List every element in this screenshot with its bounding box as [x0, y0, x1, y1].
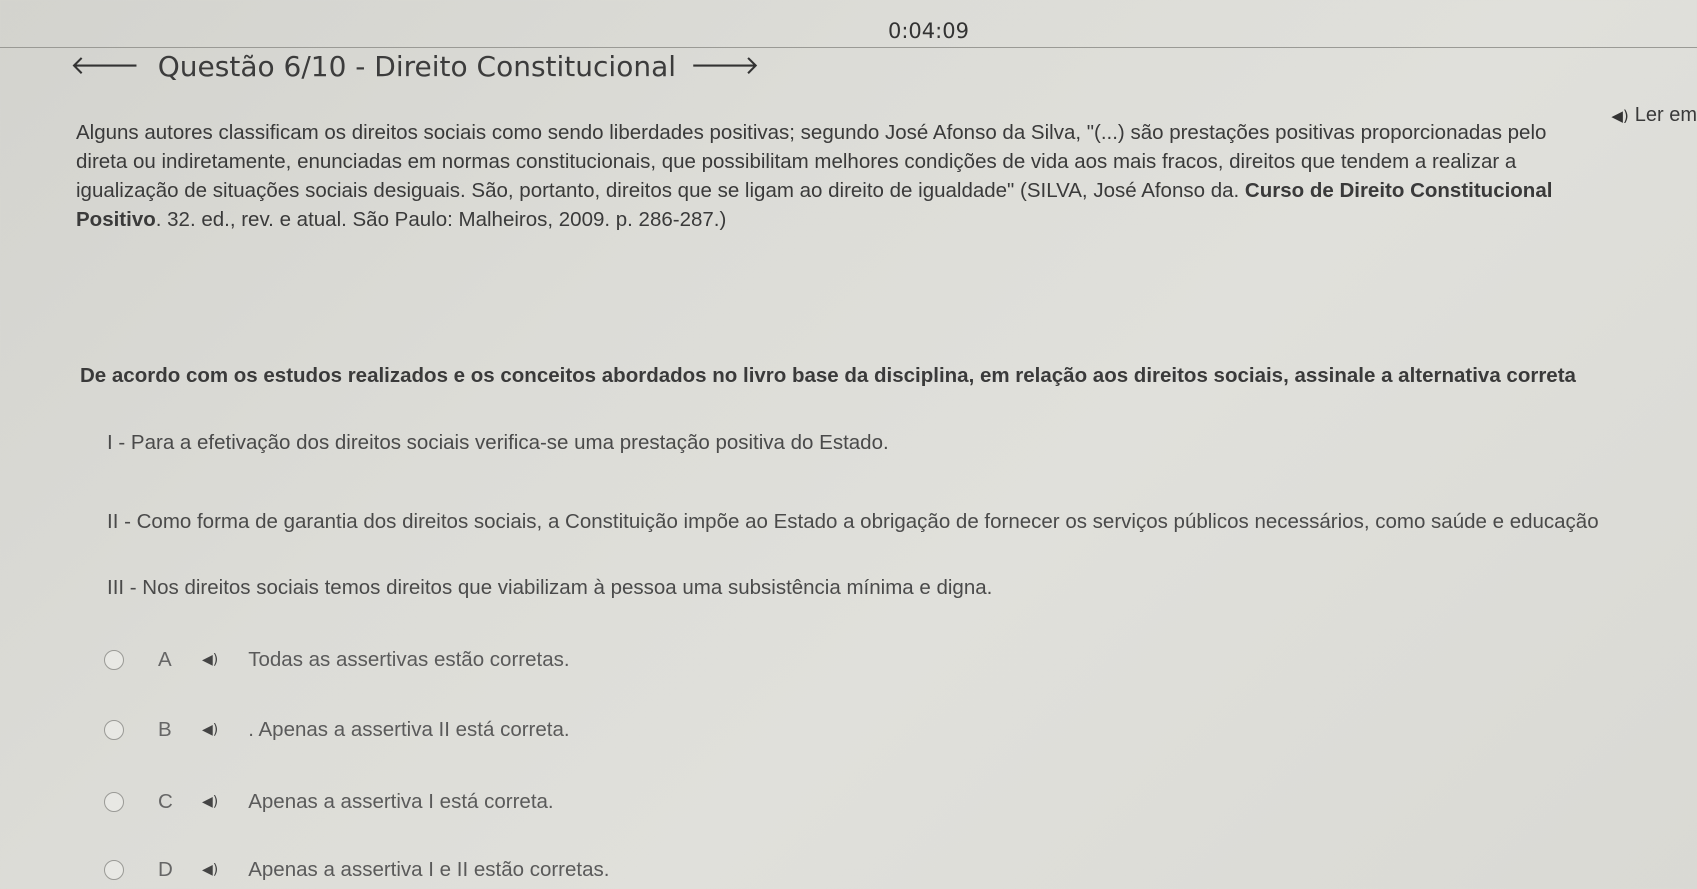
- question-passage: Alguns autores classificam os direitos s…: [76, 118, 1697, 234]
- option-letter: A: [158, 648, 172, 671]
- option-c-radio[interactable]: [104, 792, 124, 812]
- question-title: Questão 6/10 - Direito Constitucional: [157, 49, 677, 83]
- option-d-radio[interactable]: [104, 860, 124, 880]
- option-d[interactable]: D ◀) Apenas a assertiva I e II estão cor…: [104, 858, 609, 882]
- option-letter: C: [158, 790, 173, 813]
- previous-question-arrow-icon[interactable]: 🡐: [70, 53, 140, 79]
- option-text: Apenas a assertiva I está correta.: [248, 790, 554, 813]
- question-prompt: De acordo com os estudos realizados e os…: [80, 364, 1576, 387]
- passage-text: igualização de situações sociais desigua…: [76, 179, 1245, 202]
- option-letter: B: [158, 718, 172, 741]
- option-c[interactable]: C ◀) Apenas a assertiva I está correta.: [104, 790, 554, 814]
- speaker-icon[interactable]: ◀): [202, 652, 218, 668]
- speaker-icon[interactable]: ◀): [202, 722, 218, 738]
- option-a-radio[interactable]: [104, 650, 124, 670]
- option-text: . Apenas a assertiva II está correta.: [248, 718, 570, 741]
- option-a[interactable]: A ◀) Todas as assertivas estão corretas.: [104, 648, 570, 672]
- option-text: Todas as assertivas estão corretas.: [248, 648, 570, 671]
- next-question-arrow-icon[interactable]: 🡒: [690, 53, 760, 79]
- passage-line: direta ou indiretamente, enunciadas em n…: [76, 150, 1517, 173]
- book-title-continued: Positivo: [76, 208, 156, 231]
- assertion-2: II - Como forma de garantia dos direitos…: [107, 510, 1599, 533]
- option-b-radio[interactable]: [104, 720, 124, 740]
- citation-details: . 32. ed., rev. e atual. São Paulo: Malh…: [155, 208, 727, 231]
- assertion-1: I - Para a efetivação dos direitos socia…: [107, 431, 889, 454]
- option-text: Apenas a assertiva I e II estão corretas…: [248, 858, 610, 881]
- assertion-3: III - Nos direitos sociais temos direito…: [107, 576, 993, 599]
- speaker-icon[interactable]: ◀): [202, 862, 218, 878]
- question-header: 🡐 Questão 6/10 - Direito Constitucional …: [70, 48, 760, 84]
- option-letter: D: [158, 858, 173, 881]
- passage-line: Positivo. 32. ed., rev. e atual. São Pau…: [76, 205, 1697, 234]
- book-title: Curso de Direito Constitucional: [1244, 179, 1553, 202]
- timer: 0:04:09: [888, 19, 969, 43]
- speaker-icon[interactable]: ◀): [202, 794, 218, 810]
- passage-line: Alguns autores classificam os direitos s…: [76, 121, 1547, 144]
- option-b[interactable]: B ◀) . Apenas a assertiva II está corret…: [104, 718, 570, 742]
- passage-line: igualização de situações sociais desigua…: [76, 176, 1697, 205]
